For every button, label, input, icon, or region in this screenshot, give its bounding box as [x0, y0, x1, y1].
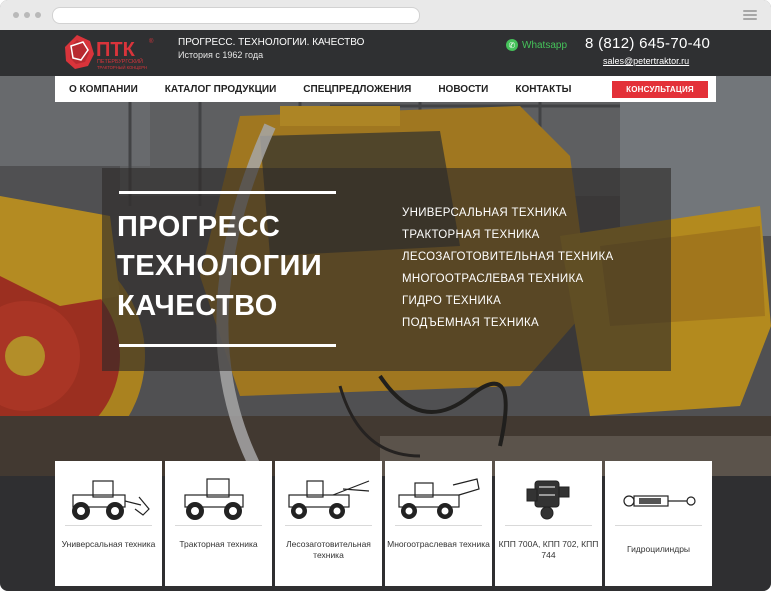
category-card-cylinders[interactable]: Гидроцилиндры [605, 461, 712, 586]
category-card-multipurpose[interactable]: Многоотраслевая техника [385, 461, 492, 586]
tagline: ПРОГРЕСС. ТЕХНОЛОГИИ. КАЧЕСТВО История с… [178, 37, 364, 61]
gearbox-icon [526, 480, 570, 520]
hero-category-link[interactable]: ТРАКТОРНАЯ ТЕХНИКА [402, 227, 613, 249]
forestry-machine-icon [288, 480, 370, 519]
card-label: Гидроцилиндры [626, 544, 691, 554]
whatsapp-link[interactable]: ✆ Whatsapp [506, 39, 567, 51]
window-controls [13, 12, 41, 18]
window-dot-icon[interactable] [24, 12, 30, 18]
category-card-gearbox[interactable]: КПП 700А, КПП 702, КПП 744 [495, 461, 602, 586]
tractor-blade-icon [72, 480, 150, 520]
svg-text:ТРАКТОРНЫЙ КОНЦЕРН: ТРАКТОРНЫЙ КОНЦЕРН [97, 65, 147, 70]
email-link[interactable]: sales@petertraktor.ru [603, 56, 689, 66]
product-category-cards: Универсальная техника Тракторная техника [55, 461, 716, 586]
nav-item-about[interactable]: О КОМПАНИИ [69, 84, 138, 95]
hero-category-link[interactable]: УНИВЕРСАЛЬНАЯ ТЕХНИКА [402, 205, 613, 227]
nav-item-catalog[interactable]: КАТАЛОГ ПРОДУКЦИИ [165, 84, 277, 95]
logo-icon: ПТК ПЕТЕРБУРГСКИЙ ТРАКТОРНЫЙ КОНЦЕРН ® [65, 35, 154, 70]
category-card-universal[interactable]: Универсальная техника [55, 461, 162, 586]
address-bar[interactable] [52, 7, 420, 24]
multipurpose-machine-icon [398, 478, 480, 519]
main-navigation: О КОМПАНИИ КАТАЛОГ ПРОДУКЦИИ СПЕЦПРЕДЛОЖ… [55, 76, 716, 102]
card-divider [395, 525, 482, 526]
tagline-text: ПРОГРЕСС. ТЕХНОЛОГИИ. КАЧЕСТВО [178, 37, 365, 48]
hero-heading-line-1: ПРОГРЕСС [117, 211, 281, 243]
hero-heading-line-2: ТЕХНОЛОГИИ [117, 250, 323, 282]
nav-item-special-offers[interactable]: СПЕЦПРЕДЛОЖЕНИЯ [303, 84, 411, 95]
browser-window: ПТК ПЕТЕРБУРГСКИЙ ТРАКТОРНЫЙ КОНЦЕРН ® П… [0, 0, 771, 591]
hero-category-list: УНИВЕРСАЛЬНАЯ ТЕХНИКА ТРАКТОРНАЯ ТЕХНИКА… [402, 205, 613, 337]
card-divider [65, 525, 152, 526]
hero-category-link[interactable]: ЛЕСОЗАГОТОВИТЕЛЬНАЯ ТЕХНИКА [402, 249, 613, 271]
window-dot-icon[interactable] [13, 12, 19, 18]
tractor-icon [184, 478, 244, 520]
site-logo[interactable]: ПТК ПЕТЕРБУРГСКИЙ ТРАКТОРНЫЙ КОНЦЕРН ® [63, 32, 159, 74]
svg-text:®: ® [149, 38, 154, 45]
nav-item-news[interactable]: НОВОСТИ [438, 84, 488, 95]
phone-number[interactable]: 8 (812) 645-70-40 [585, 35, 710, 52]
card-label: Многоотраслевая техника [387, 539, 490, 549]
whatsapp-icon: ✆ [506, 39, 518, 51]
hydraulic-cylinder-icon [623, 495, 696, 507]
card-divider [615, 525, 702, 526]
consultation-button[interactable]: КОНСУЛЬТАЦИЯ [612, 81, 708, 98]
whatsapp-label: Whatsapp [522, 39, 568, 51]
browser-toolbar [0, 0, 771, 31]
category-card-tractor[interactable]: Тракторная техника [165, 461, 272, 586]
window-dot-icon[interactable] [35, 12, 41, 18]
card-label: КПП 700А, КПП 702, КПП 744 [498, 539, 599, 560]
card-label: Лесозаготовительная техника [286, 539, 371, 560]
hero-top-divider [119, 191, 336, 194]
menu-icon[interactable] [743, 10, 757, 20]
hero-bottom-divider [119, 344, 336, 347]
nav-item-contacts[interactable]: КОНТАКТЫ [515, 84, 571, 95]
svg-text:ПЕТЕРБУРГСКИЙ: ПЕТЕРБУРГСКИЙ [97, 57, 143, 65]
category-card-forestry[interactable]: Лесозаготовительная техника [275, 461, 382, 586]
hero-category-link[interactable]: ПОДЪЕМНАЯ ТЕХНИКА [402, 315, 613, 337]
card-divider [505, 525, 592, 526]
hero-category-link[interactable]: МНОГООТРАСЛЕВАЯ ТЕХНИКА [402, 271, 613, 293]
site-header: ПТК ПЕТЕРБУРГСКИЙ ТРАКТОРНЫЙ КОНЦЕРН ® П… [0, 30, 771, 76]
card-divider [175, 525, 262, 526]
card-label: Тракторная техника [179, 539, 258, 549]
card-label: Универсальная техника [61, 539, 156, 549]
hero-heading-line-3: КАЧЕСТВО [117, 290, 278, 322]
hero-category-link[interactable]: ГИДРО ТЕХНИКА [402, 293, 613, 315]
card-divider [285, 525, 372, 526]
history-text: История с 1962 года [178, 50, 264, 60]
svg-text:ПТК: ПТК [96, 39, 136, 61]
